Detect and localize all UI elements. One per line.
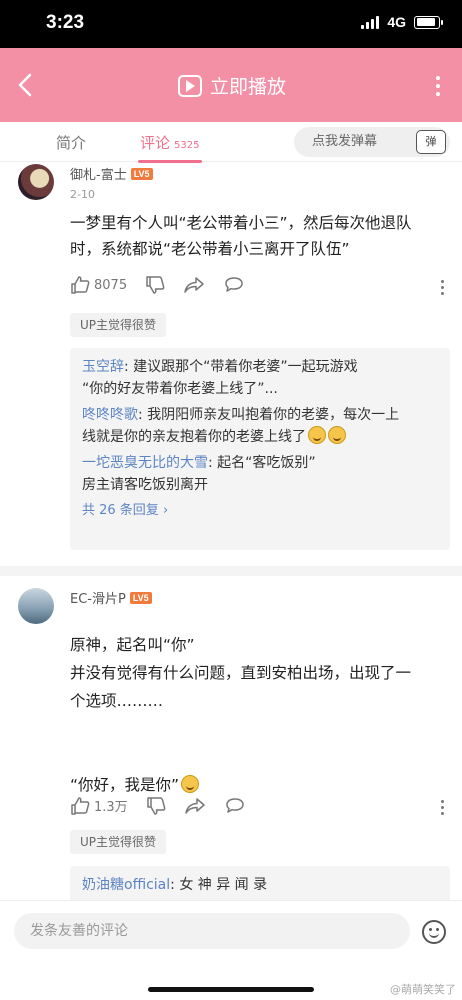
level-badge: LV5 — [130, 167, 153, 180]
comment-line-text: “你好，我是你” — [70, 776, 180, 794]
thumbs-down-icon[interactable] — [146, 796, 166, 815]
comment-line: 时，系统都说“老公带着小三离开了队伍” — [70, 240, 350, 258]
watermark: @萌萌笑笑了 — [390, 983, 456, 996]
reply-text: : 我阴阳师亲友叫抱着你的老婆，每次一上 — [138, 407, 400, 423]
danmaku-toggle-icon[interactable]: 弹 — [416, 130, 446, 154]
comment-username[interactable]: EC-滑片P LV5 — [70, 588, 152, 607]
comment-line: 原神，起名叫“你” — [70, 636, 195, 654]
thumbs-down-icon[interactable] — [145, 276, 165, 294]
danmaku-input[interactable]: 点我发弹幕 弹 — [294, 127, 450, 157]
reply-author[interactable]: 咚咚咚歌 — [82, 407, 138, 423]
reply-box: 玉空辞: 建议跟那个“带着你老婆”一起玩游戏 “你的好友带着你老婆上线了”...… — [70, 348, 450, 550]
play-now-label: 立即播放 — [210, 76, 287, 98]
reply-bubble-icon[interactable] — [223, 276, 245, 294]
status-bar: 3:23 4G — [0, 0, 462, 48]
avatar[interactable] — [18, 588, 54, 624]
reply-author[interactable]: 一坨恶臭无比的大雪 — [82, 455, 208, 471]
like-button[interactable]: 8075 — [70, 276, 127, 294]
comment-divider — [0, 566, 462, 576]
comment-count: 5325 — [174, 140, 200, 151]
tab-comments[interactable]: 评论 5325 — [140, 132, 199, 153]
bottom-comment-bar: 发条友善的评论 @萌萌笑笑了 — [0, 900, 462, 1000]
tab-bar: 简介 评论 5325 点我发弹幕 弹 — [0, 122, 462, 163]
reply-item[interactable]: 咚咚咚歌: 我阴阳师亲友叫抱着你的老婆，每次一上 线就是你的亲友抱着你的老婆上线… — [82, 404, 438, 448]
reply-text-cont: “你的好友带着你老婆上线了”... — [82, 381, 278, 397]
reply-author[interactable]: 奶油糖official — [82, 877, 170, 893]
comment-line: 一梦里有个人叫“老公带着小三”，然后每次他退队 — [70, 214, 412, 232]
back-icon[interactable] — [14, 70, 38, 100]
comment-username[interactable]: 御札-富士 LV5 — [70, 164, 153, 183]
tab-comments-label: 评论 — [140, 134, 171, 152]
view-more-replies-link[interactable]: 共 26 条回复 › — [82, 500, 438, 522]
signal-icon — [361, 15, 380, 29]
play-now-button[interactable]: 立即播放 — [178, 72, 286, 99]
active-tab-indicator — [138, 160, 202, 163]
thumbs-up-icon — [71, 276, 90, 294]
share-icon[interactable] — [184, 797, 206, 815]
comment-line: 并没有觉得有什么问题，直到安柏出场，出现了一 — [70, 664, 412, 682]
up-liked-badge: UP主觉得很赞 — [70, 830, 167, 854]
reply-text: : 建议跟那个“带着你老婆”一起玩游戏 — [124, 359, 358, 375]
play-icon — [178, 74, 202, 97]
comment-line: 个选项……… — [70, 692, 164, 710]
top-nav: 立即播放 — [0, 48, 462, 122]
reply-item[interactable]: 奶油糖official: 女 神 异 闻 录 — [82, 874, 438, 896]
emoji-picker-icon[interactable] — [422, 920, 446, 944]
network-label: 4G — [387, 14, 406, 30]
like-count: 1.3万 — [94, 800, 128, 815]
reply-text-cont: 房主请客吃饭别离开 — [82, 477, 208, 493]
doge-emoji-icon — [328, 426, 346, 444]
share-icon[interactable] — [183, 276, 205, 294]
comment-more-icon[interactable] — [441, 280, 444, 295]
username-text: EC-滑片P — [70, 592, 126, 607]
up-liked-badge: UP主觉得很赞 — [70, 313, 167, 337]
doge-emoji-icon — [308, 426, 326, 444]
comment-line — [70, 716, 442, 772]
reply-item[interactable]: 一坨恶臭无比的大雪: 起名“客吃饭别” 房主请客吃饭别离开 — [82, 452, 438, 496]
avatar[interactable] — [18, 164, 54, 200]
home-indicator[interactable] — [148, 987, 314, 992]
more-menu-icon[interactable] — [436, 76, 440, 96]
comment-input[interactable]: 发条友善的评论 — [14, 913, 410, 949]
level-badge: LV5 — [129, 591, 152, 604]
reply-item[interactable]: 玉空辞: 建议跟那个“带着你老婆”一起玩游戏 “你的好友带着你老婆上线了”... — [82, 356, 438, 400]
status-time: 3:23 — [46, 12, 85, 33]
like-button[interactable]: 1.3万 — [70, 796, 128, 815]
comment-text: 原神，起名叫“你” 并没有觉得有什么问题，直到安柏出场，出现了一 个选项……… … — [70, 632, 442, 800]
battery-icon — [414, 15, 443, 29]
comment-actions: 8075 — [70, 276, 245, 294]
danmaku-placeholder: 点我发弹幕 — [312, 134, 378, 149]
thumbs-up-icon — [71, 796, 90, 815]
reply-text-cont: 线就是你的亲友抱着你的老婆上线了 — [82, 429, 306, 445]
comment-actions: 1.3万 — [70, 796, 246, 815]
comment-date: 2-10 — [70, 188, 95, 201]
reply-bubble-icon[interactable] — [224, 797, 246, 815]
status-indicators: 4G — [361, 14, 443, 30]
comment-more-icon[interactable] — [441, 800, 444, 815]
like-count: 8075 — [94, 277, 128, 293]
reply-text: : 女 神 异 闻 录 — [170, 877, 268, 893]
reply-author[interactable]: 玉空辞 — [82, 359, 124, 375]
comment-text: 一梦里有个人叫“老公带着小三”，然后每次他退队 时，系统都说“老公带着小三离开了… — [70, 210, 442, 262]
reply-text: : 起名“客吃饭别” — [208, 455, 316, 471]
tab-intro[interactable]: 简介 — [56, 132, 86, 153]
username-text: 御札-富士 — [70, 168, 127, 183]
grin-emoji-icon — [181, 775, 200, 793]
